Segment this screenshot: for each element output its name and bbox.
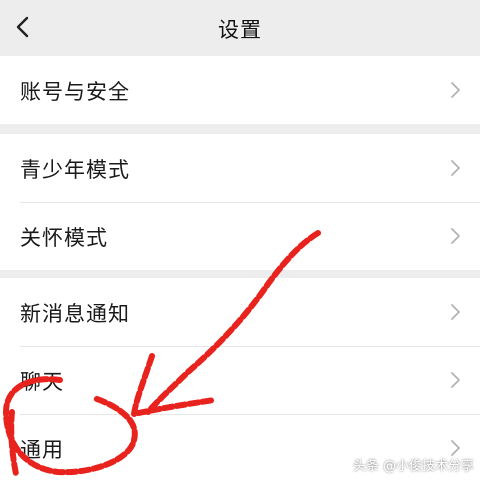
watermark: 头条 @小俊技术分享 — [352, 459, 474, 474]
chevron-right-icon — [451, 372, 460, 388]
settings-item-label: 关怀模式 — [20, 226, 108, 250]
settings-group-modes: 青少年模式 关怀模式 — [0, 134, 480, 270]
settings-item-label: 通用 — [20, 438, 64, 462]
settings-item-label: 账号与安全 — [20, 80, 130, 104]
settings-item-account-security[interactable]: 账号与安全 — [0, 56, 480, 124]
page-title: 设置 — [218, 18, 262, 42]
settings-item-notifications[interactable]: 新消息通知 — [0, 278, 480, 346]
chevron-right-icon — [451, 228, 460, 244]
settings-item-label: 青少年模式 — [20, 158, 130, 182]
settings-group-general: 新消息通知 聊天 通用 — [0, 278, 480, 480]
settings-item-care-mode[interactable]: 关怀模式 — [0, 202, 480, 270]
chevron-right-icon — [451, 304, 460, 320]
chevron-right-icon — [451, 160, 460, 176]
settings-item-chat[interactable]: 聊天 — [0, 346, 480, 414]
settings-item-teen-mode[interactable]: 青少年模式 — [0, 134, 480, 202]
settings-group-account: 账号与安全 — [0, 56, 480, 124]
settings-item-label: 新消息通知 — [20, 302, 130, 326]
chevron-right-icon — [451, 82, 460, 98]
settings-screen: 设置 账号与安全 青少年模式 关怀模式 新消息通知 聊天 通用 头条 @小俊技术… — [0, 0, 480, 480]
settings-item-label: 聊天 — [20, 370, 64, 394]
top-bar: 设置 — [0, 0, 480, 56]
